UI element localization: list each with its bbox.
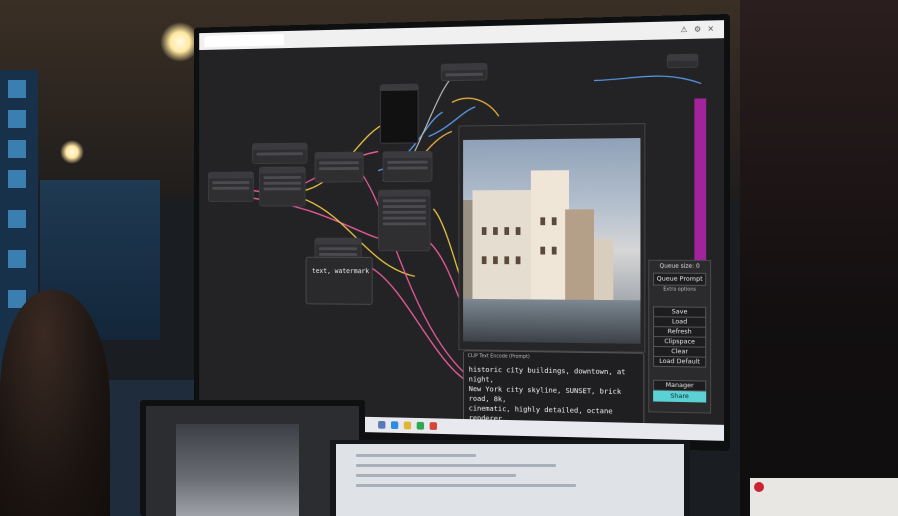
browser-tab[interactable] (204, 34, 284, 47)
taskbar-app-icon[interactable] (430, 422, 437, 430)
warning-icon[interactable]: ⚠ (680, 25, 689, 34)
image-preview-node[interactable] (380, 84, 419, 144)
node-box[interactable] (441, 63, 488, 81)
main-monitor: ⚠ ⚙ ✕ text, watermark CLIP Text Encode (… (194, 14, 730, 451)
queue-prompt-button[interactable]: Queue Prompt (653, 273, 706, 286)
right-monitor-dark (740, 0, 898, 516)
node-box[interactable] (259, 166, 305, 206)
photo-scene: ⚠ ⚙ ✕ text, watermark CLIP Text Encode (… (0, 0, 898, 516)
node-box[interactable] (252, 143, 307, 164)
queue-menu: Queue size: 0 Queue Prompt Extra options… (648, 260, 711, 414)
person-silhouette (0, 290, 110, 516)
node-box[interactable] (378, 190, 430, 252)
3d-viewport (176, 424, 299, 516)
node-box[interactable] (315, 152, 364, 183)
node-box[interactable] (667, 54, 698, 69)
browser-icons: ⚠ ⚙ ✕ (680, 24, 716, 34)
share-button[interactable]: Share (653, 391, 706, 403)
queue-size-label: Queue size: 0 (649, 263, 710, 270)
taskbar-app-icon[interactable] (404, 422, 411, 430)
node-box[interactable] (383, 151, 433, 182)
load-default-button[interactable]: Load Default (653, 356, 706, 368)
node-canvas[interactable]: text, watermark CLIP Text Encode (Prompt… (199, 38, 724, 425)
taskbar-app-icon[interactable] (417, 422, 424, 430)
stage-light (60, 140, 84, 164)
negative-prompt-text[interactable]: text, watermark (312, 267, 369, 275)
preview-image-node[interactable] (458, 123, 645, 353)
negative-prompt-node[interactable]: text, watermark (306, 257, 373, 305)
monitor-screen: ⚠ ⚙ ✕ text, watermark CLIP Text Encode (… (199, 20, 724, 441)
prompt-node-title: CLIP Text Encode (Prompt) (468, 353, 530, 360)
lower-monitor-document (330, 440, 690, 516)
right-sign (750, 478, 898, 516)
logo-icon (754, 482, 764, 492)
settings-icon[interactable]: ⚙ (694, 25, 703, 34)
extra-options-toggle[interactable]: Extra options (649, 286, 710, 292)
generated-city-image (463, 138, 640, 344)
taskbar-app-icon[interactable] (391, 421, 398, 429)
close-icon[interactable]: ✕ (707, 24, 716, 33)
node-box[interactable] (208, 172, 254, 202)
taskbar-app-icon[interactable] (378, 421, 385, 429)
